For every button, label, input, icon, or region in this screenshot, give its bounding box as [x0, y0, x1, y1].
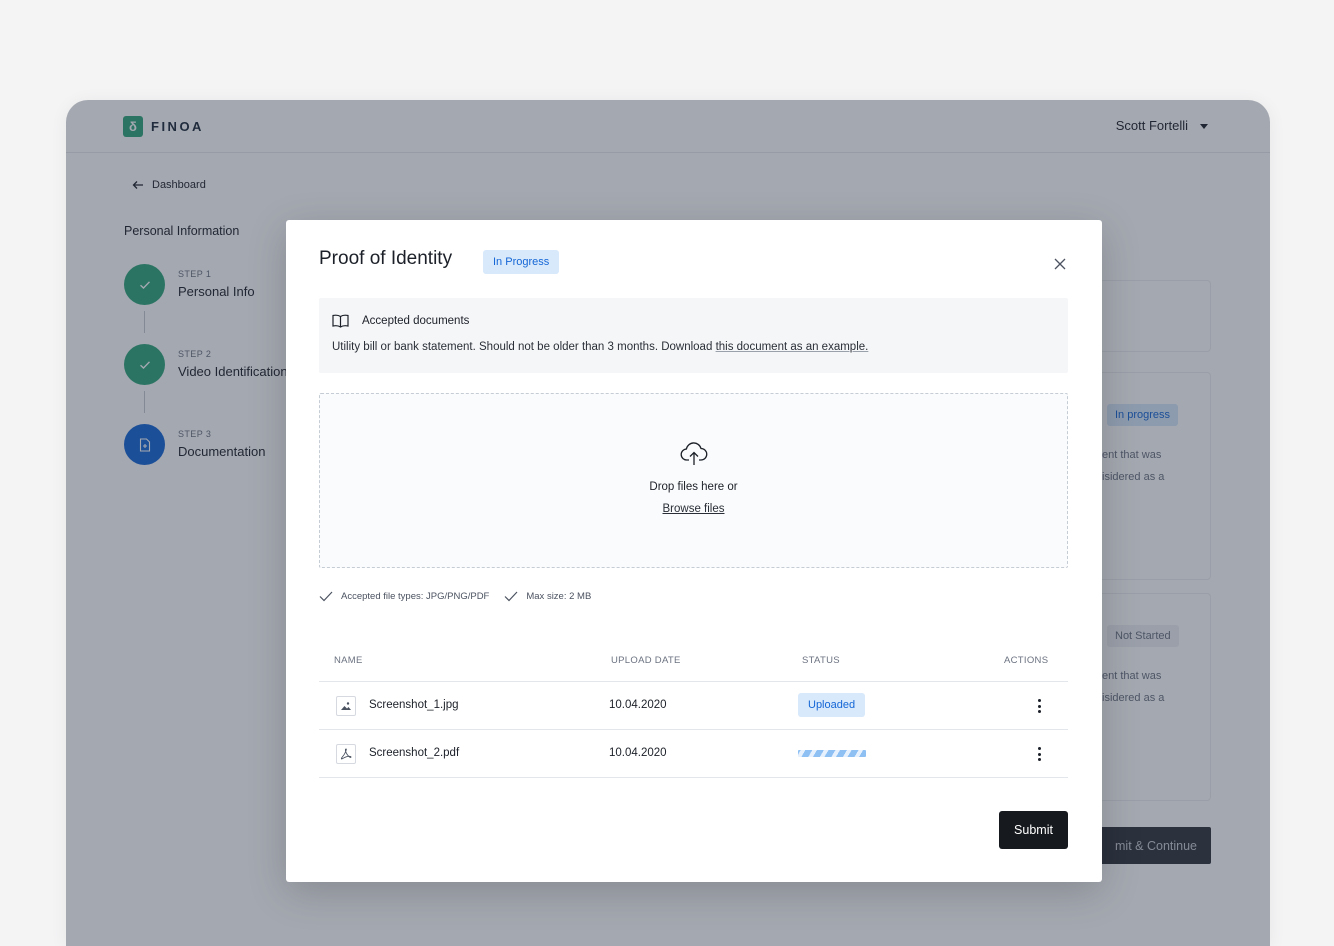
hint-file-types-text: Accepted file types: JPG/PNG/PDF	[341, 591, 490, 602]
browse-files-link[interactable]: Browse files	[663, 503, 725, 515]
close-button[interactable]	[1050, 254, 1070, 274]
accepted-documents-title: Accepted documents	[362, 315, 470, 327]
modal-title: Proof of Identity	[319, 248, 453, 269]
column-header-status: STATUS	[802, 655, 840, 666]
check-icon	[504, 591, 518, 602]
pdf-file-icon	[336, 744, 356, 764]
accepted-documents-text: Utility bill or bank statement. Should n…	[332, 341, 868, 353]
check-icon	[319, 591, 333, 602]
drop-files-text: Drop files here or	[649, 481, 738, 493]
more-actions-button[interactable]	[1029, 696, 1049, 716]
upload-hints: Accepted file types: JPG/PNG/PDF Max siz…	[319, 591, 599, 602]
hint-file-types: Accepted file types: JPG/PNG/PDF	[319, 591, 489, 602]
submit-button[interactable]: Submit	[999, 811, 1068, 849]
column-header-actions: ACTIONS	[1004, 655, 1049, 666]
accepted-documents-box: Accepted documents Utility bill or bank …	[319, 298, 1068, 373]
column-header-upload-date: UPLOAD DATE	[611, 655, 681, 666]
book-icon	[332, 314, 349, 328]
upload-progress-bar	[798, 750, 866, 757]
hint-max-size-text: Max size: 2 MB	[526, 591, 592, 602]
close-icon	[1054, 258, 1066, 270]
table-row: Screenshot_2.pdf 10.04.2020	[319, 730, 1068, 778]
status-badge: Uploaded	[798, 693, 866, 717]
table-row: Screenshot_1.jpg 10.04.2020 Uploaded	[319, 682, 1068, 730]
file-name: Screenshot_1.jpg	[369, 699, 459, 711]
hint-max-size: Max size: 2 MB	[504, 591, 591, 602]
more-actions-button[interactable]	[1029, 744, 1049, 764]
upload-date: 10.04.2020	[609, 747, 667, 759]
status-badge: In Progress	[483, 250, 560, 274]
accepted-documents-description: Utility bill or bank statement. Should n…	[332, 341, 716, 353]
cloud-upload-icon	[680, 442, 708, 465]
example-document-link[interactable]: this document as an example.	[716, 341, 869, 353]
image-file-icon	[336, 696, 356, 716]
file-name: Screenshot_2.pdf	[369, 747, 460, 759]
files-table: NAME UPLOAD DATE STATUS ACTIONS Screensh…	[319, 644, 1068, 778]
table-header: NAME UPLOAD DATE STATUS ACTIONS	[319, 644, 1068, 682]
upload-date: 10.04.2020	[609, 699, 667, 711]
file-dropzone[interactable]: Drop files here or Browse files	[319, 393, 1068, 568]
proof-of-identity-modal: Proof of Identity In Progress Accepted d…	[286, 220, 1102, 882]
accepted-documents-heading: Accepted documents	[332, 314, 469, 328]
column-header-name: NAME	[334, 655, 363, 666]
